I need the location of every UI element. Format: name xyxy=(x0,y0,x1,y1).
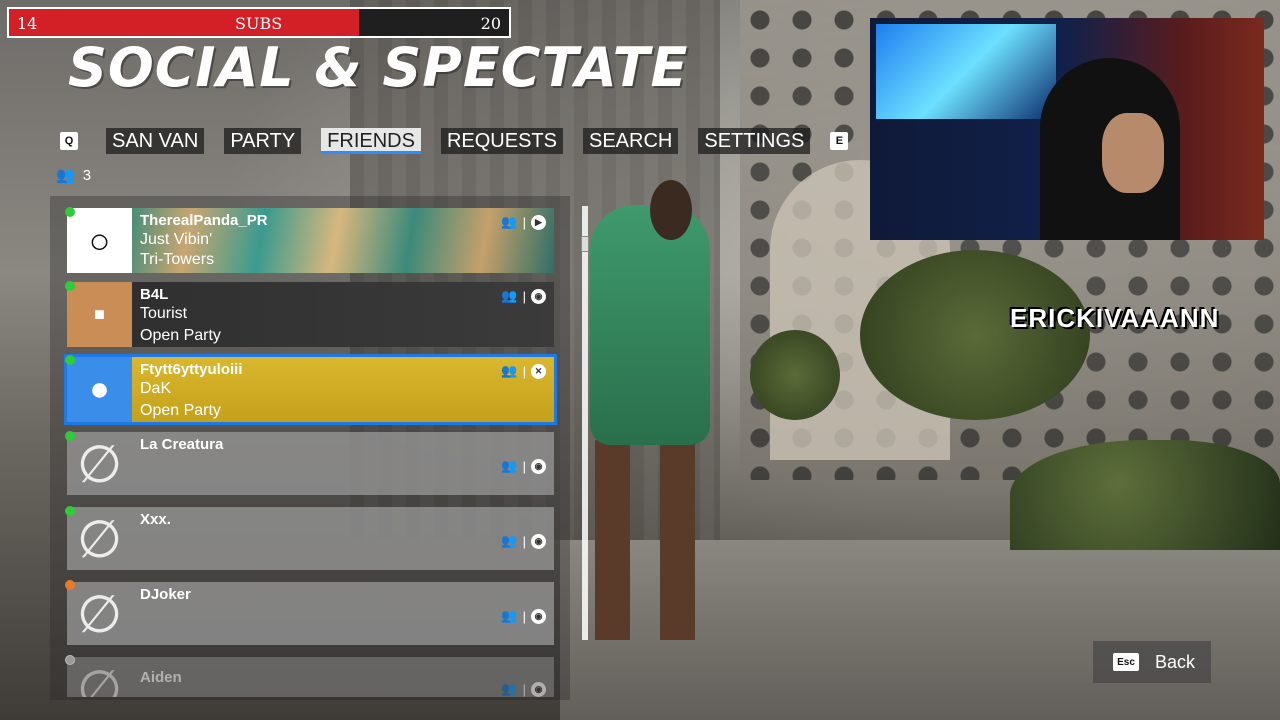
friend-location: Open Party xyxy=(140,327,221,344)
separator: | xyxy=(522,458,526,474)
back-button[interactable]: Esc Back xyxy=(1093,641,1211,683)
subs-progress-fill xyxy=(9,9,359,36)
friend-count-value: 3 xyxy=(82,166,92,184)
friend-activity: Just Vibin' xyxy=(140,231,213,248)
status-dot xyxy=(65,355,75,365)
status-dot xyxy=(65,506,75,516)
friend-name: Ftytt6yttyuloiii xyxy=(140,361,243,378)
separator: | xyxy=(522,608,526,624)
tab-party[interactable]: PARTY xyxy=(224,128,302,154)
friend-name: Aiden xyxy=(140,669,182,686)
friend-card-icons: 👥 | ◉ xyxy=(501,533,546,549)
avatar-empty-icon: ∅ xyxy=(76,585,123,644)
status-dot xyxy=(65,655,75,665)
esc-key-icon: Esc xyxy=(1113,653,1139,671)
player-character-legs xyxy=(595,440,705,640)
friend-card-icons: 👥 | ✕ xyxy=(501,363,546,379)
status-dot xyxy=(65,207,75,217)
scrollbar-grip[interactable] xyxy=(581,236,589,252)
friend-card-icons: 👥 | ◉ xyxy=(501,681,546,697)
avatar-empty-icon: ∅ xyxy=(76,660,123,698)
friend-card-icons: 👥 | ▶ xyxy=(501,214,546,230)
friend-card-selected[interactable]: ● Ftytt6yttyuloiii DaK Open Party 👥 | ✕ xyxy=(64,354,557,425)
player-character xyxy=(590,205,710,445)
steam-icon: ◉ xyxy=(531,681,546,697)
webcam-monitor xyxy=(876,24,1056,119)
friend-location: Open Party xyxy=(140,402,221,419)
player-character-head xyxy=(650,180,692,240)
separator: | xyxy=(522,681,526,697)
avatar-empty-icon: ∅ xyxy=(76,510,123,569)
friend-card-icons: 👥 | ◉ xyxy=(501,288,546,304)
separator: | xyxy=(522,214,526,230)
separator: | xyxy=(522,533,526,549)
avatar-empty-icon: ∅ xyxy=(76,435,123,494)
separator: | xyxy=(522,288,526,304)
menu-title: SOCIAL & SPECTATE xyxy=(68,36,689,99)
friend-name: Xxx. xyxy=(140,511,171,528)
friend-card[interactable]: ■ B4L Tourist Open Party 👥 | ◉ xyxy=(67,282,554,347)
separator: | xyxy=(522,363,526,379)
friend-name: B4L xyxy=(140,286,169,303)
avatar: ● xyxy=(67,357,132,422)
friend-name: DJoker xyxy=(140,586,191,603)
friend-count: 👥 3 xyxy=(56,166,92,185)
background-tree xyxy=(860,250,1090,420)
friend-activity: Tourist xyxy=(140,305,188,322)
streamer-logo: ERICKIVAAANN xyxy=(1010,303,1220,333)
tab-requests[interactable]: REQUESTS xyxy=(440,128,563,154)
friend-card-icons: 👥 | ◉ xyxy=(501,458,546,474)
avatar: ○ xyxy=(67,208,132,273)
friend-name: La Creatura xyxy=(140,436,224,453)
back-label: Back xyxy=(1155,651,1196,672)
friend-card[interactable]: ∅ Xxx. 👥 | ◉ xyxy=(67,507,554,570)
steam-icon: ◉ xyxy=(531,608,546,624)
friend-card[interactable]: ∅ Aiden 👥 | ◉ xyxy=(67,657,554,697)
friend-card-icons: 👥 | ◉ xyxy=(501,608,546,624)
friend-name: TherealPanda_PR xyxy=(140,212,268,229)
tab-search[interactable]: SEARCH xyxy=(583,128,679,154)
tab-right-key[interactable]: E xyxy=(830,132,849,150)
webcam-face xyxy=(1102,113,1164,193)
tab-san-van[interactable]: SAN VAN xyxy=(106,128,205,154)
playstation-icon: ▶ xyxy=(531,214,546,230)
subs-label: SUBS xyxy=(235,14,283,33)
friend-card[interactable]: ○ TherealPanda_PR Just Vibin' Tri-Towers… xyxy=(67,208,554,273)
subs-current: 14 xyxy=(17,14,38,33)
tab-left-key[interactable]: Q xyxy=(60,132,78,150)
friends-list-scrollbar[interactable] xyxy=(582,206,588,640)
subs-goal-bar: 14 SUBS 20 xyxy=(7,7,511,38)
party-icon: 👥 xyxy=(501,288,518,303)
party-icon: 👥 xyxy=(501,608,518,623)
status-dot xyxy=(65,580,75,590)
party-icon: 👥 xyxy=(501,458,518,473)
tab-friends[interactable]: FRIENDS xyxy=(321,128,421,154)
party-icon: 👥 xyxy=(501,681,518,696)
status-dot xyxy=(65,431,75,441)
status-dot xyxy=(65,281,75,291)
streamer-webcam xyxy=(870,18,1264,240)
background-shrubs xyxy=(1010,440,1280,550)
party-icon: 👥 xyxy=(501,214,518,229)
friend-card[interactable]: ∅ DJoker 👥 | ◉ xyxy=(67,582,554,645)
friend-card[interactable]: ∅ La Creatura 👥 | ◉ xyxy=(67,432,554,495)
party-icon: 👥 xyxy=(501,363,518,378)
party-icon: 👥 xyxy=(501,533,518,548)
steam-icon: ◉ xyxy=(531,533,546,549)
xbox-icon: ✕ xyxy=(531,363,546,379)
avatar: ■ xyxy=(67,282,132,347)
steam-icon: ◉ xyxy=(531,288,546,304)
friend-location: Tri-Towers xyxy=(140,251,215,268)
background-tree xyxy=(750,330,840,420)
subs-goal: 20 xyxy=(480,14,501,33)
friend-activity: DaK xyxy=(140,380,172,397)
tab-settings[interactable]: SETTINGS xyxy=(698,128,811,154)
tab-bar: Q SAN VAN PARTY FRIENDS REQUESTS SEARCH … xyxy=(60,127,849,155)
people-icon: 👥 xyxy=(56,167,75,184)
steam-icon: ◉ xyxy=(531,458,546,474)
